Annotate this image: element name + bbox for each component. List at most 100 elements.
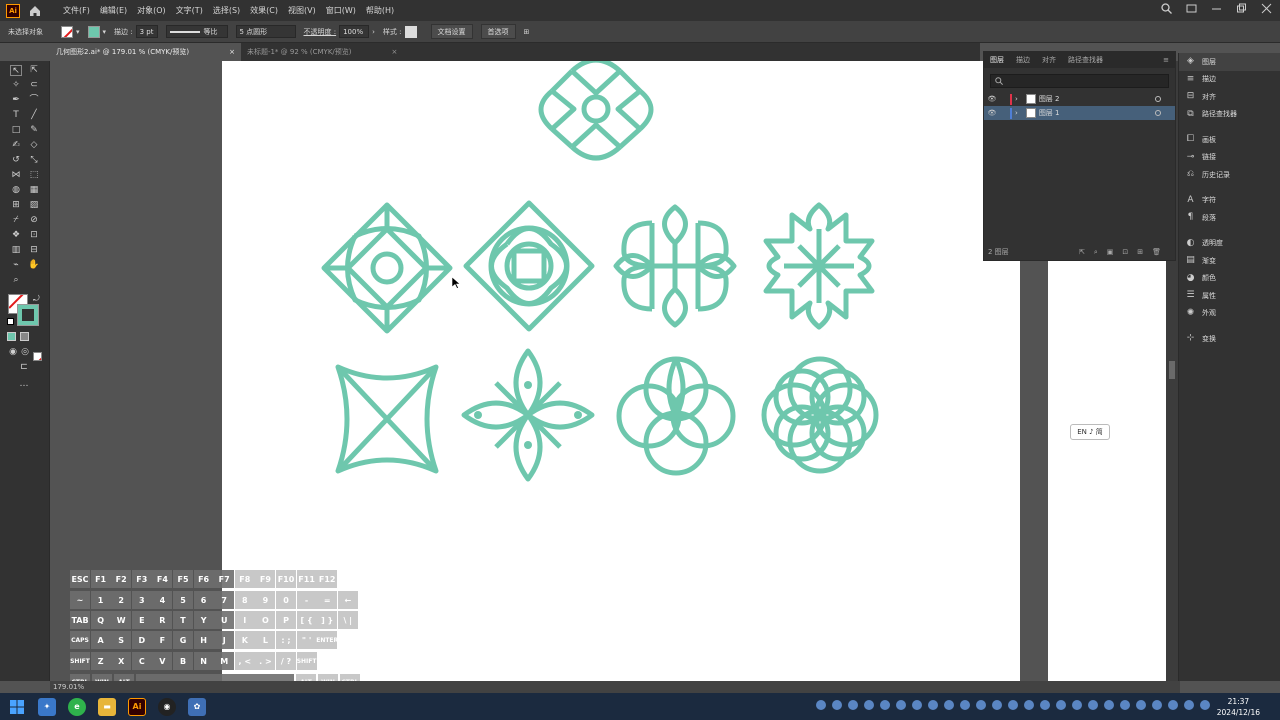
eyedropper-tool-icon[interactable]: ⌿	[10, 215, 22, 226]
style-swatch[interactable]	[404, 25, 417, 38]
screen-mode-icon[interactable]: ⊏	[18, 362, 30, 373]
keyboard-key[interactable]: F10	[276, 570, 296, 588]
minimize-icon[interactable]	[1211, 3, 1222, 14]
tray-icon[interactable]	[1184, 700, 1194, 710]
system-clock[interactable]: 21:37 2024/12/16	[1217, 696, 1260, 718]
obs-icon[interactable]: ◉	[158, 697, 176, 716]
eraser-tool-icon[interactable]: ◇	[28, 140, 40, 151]
gradient-mode-icon[interactable]	[20, 332, 29, 341]
dock-item[interactable]: A 字符	[1179, 192, 1280, 210]
keyboard-key[interactable]: X	[111, 652, 132, 670]
blend-tool-icon[interactable]: ⊘	[28, 215, 40, 226]
default-colors-icon[interactable]	[7, 318, 14, 325]
tray-icon[interactable]	[1136, 700, 1146, 710]
column-graph-tool-icon[interactable]: ▥	[10, 245, 22, 256]
keyboard-key[interactable]: G	[173, 631, 193, 649]
keyboard-key[interactable]: 7	[214, 591, 235, 609]
keyboard-key[interactable]: =	[317, 591, 338, 609]
hand-tool-icon[interactable]: ✋	[28, 260, 40, 271]
keyboard-key[interactable]: 1	[90, 591, 111, 609]
brush-definition[interactable]: 5 点圆形	[235, 25, 296, 38]
clipping-mask-icon[interactable]: ▣	[1107, 248, 1114, 257]
keyboard-key[interactable]: F8	[234, 570, 255, 588]
opacity-input[interactable]: 100%	[339, 25, 370, 38]
keyboard-key[interactable]: . >	[255, 652, 276, 670]
keyboard-key[interactable]: F5	[173, 570, 193, 588]
fill-swatch[interactable]	[61, 25, 73, 38]
dock-item[interactable]: ¶ 段落	[1179, 209, 1280, 227]
keyboard-key[interactable]: SHIFT	[70, 652, 90, 670]
perspective-grid-tool-icon[interactable]: ▦	[28, 185, 40, 196]
keyboard-key[interactable]: 8	[234, 591, 255, 609]
none-mode-icon[interactable]	[33, 352, 42, 361]
preferences-button[interactable]: 首选项	[480, 24, 516, 39]
chevron-right-icon[interactable]: ›	[1015, 95, 1018, 103]
keyboard-key[interactable]: / ?	[276, 652, 296, 670]
illustrator-taskbar-icon[interactable]: Ai	[128, 697, 146, 716]
more-tools-icon[interactable]: …	[18, 379, 30, 390]
windows-start-icon[interactable]	[8, 698, 26, 716]
keyboard-key[interactable]: K	[234, 631, 255, 649]
symbol-sprayer-tool-icon[interactable]: ❖	[10, 230, 22, 241]
locate-object-icon[interactable]: ⌕	[1094, 248, 1098, 257]
stroke-weight-input[interactable]: 3 pt	[135, 25, 158, 38]
menu-item[interactable]: 选择(S)	[208, 5, 245, 16]
target-icon[interactable]	[1155, 110, 1161, 116]
tray-icon[interactable]	[1088, 700, 1098, 710]
keyboard-key[interactable]: J	[214, 631, 235, 649]
keyboard-key[interactable]: Y	[193, 611, 214, 629]
keyboard-key[interactable]: S	[111, 631, 132, 649]
menu-item[interactable]: 文件(F)	[58, 5, 95, 16]
stroke-color-icon[interactable]	[17, 304, 39, 326]
chevron-right-icon[interactable]: ›	[372, 28, 375, 36]
keyboard-key[interactable]: F2	[111, 570, 132, 588]
woven-star-ornament[interactable]	[328, 359, 446, 479]
keyboard-key[interactable]: W	[111, 611, 132, 629]
pen-tool-icon[interactable]: ✒	[10, 95, 22, 106]
menu-item[interactable]: 编辑(E)	[95, 5, 132, 16]
stroke-swatch[interactable]	[87, 25, 100, 38]
keyboard-key[interactable]: " '	[296, 631, 317, 649]
layer-name[interactable]: 图层 1	[1039, 108, 1060, 118]
keyboard-key[interactable]: \ |	[337, 611, 358, 629]
keyboard-key[interactable]: F4	[152, 570, 173, 588]
dock-item[interactable]: ⊸ 链接	[1179, 149, 1280, 167]
width-tool-icon[interactable]: ⋈	[10, 170, 22, 181]
ime-indicator[interactable]: EN ♪ 简	[1070, 424, 1110, 440]
layers-search-input[interactable]	[990, 74, 1169, 88]
eye-icon[interactable]: 👁	[984, 95, 1000, 103]
line-tool-icon[interactable]: ╱	[28, 110, 40, 121]
lasso-tool-icon[interactable]: ⊂	[28, 80, 40, 91]
four-petal-ornament[interactable]	[460, 347, 596, 483]
dock-item[interactable]: ⧉ 路径查找器	[1179, 106, 1280, 124]
keyboard-key[interactable]: O	[255, 611, 276, 629]
new-layer-icon[interactable]: ⊞	[1137, 248, 1143, 257]
slice-tool-icon[interactable]: ⌁	[10, 260, 22, 271]
tray-icon[interactable]	[816, 700, 826, 710]
keyboard-key[interactable]: T	[173, 611, 193, 629]
dock-item[interactable]: ⊹ 变换	[1179, 330, 1280, 348]
artboard-tool-icon[interactable]: ⊟	[28, 245, 40, 256]
color-mode-icon[interactable]	[7, 332, 16, 341]
keyboard-key[interactable]: M	[214, 652, 235, 670]
tab-document-2[interactable]: 未标题-1* @ 92 % (CMYK/预览) ×	[241, 43, 403, 61]
zoom-tool-icon[interactable]: ⌕	[10, 275, 22, 286]
keyboard-key[interactable]: -	[296, 591, 317, 609]
scroll-thumb[interactable]	[1169, 361, 1175, 379]
panel-tab[interactable]: 路径查找器	[1062, 55, 1109, 65]
tray-icon[interactable]	[1120, 700, 1130, 710]
panel-tab[interactable]: 对齐	[1036, 55, 1062, 65]
tray-icon[interactable]	[912, 700, 922, 710]
keyboard-key[interactable]: TAB	[70, 611, 90, 629]
tray-icon[interactable]	[1072, 700, 1082, 710]
keyboard-key[interactable]: N	[193, 652, 214, 670]
chevron-right-icon[interactable]: ›	[1015, 109, 1018, 117]
gradient-tool-icon[interactable]: ▨	[28, 200, 40, 211]
keyboard-key[interactable]: A	[90, 631, 111, 649]
tray-icon[interactable]	[880, 700, 890, 710]
arrange-icon[interactable]: ⊞	[524, 28, 530, 36]
keyboard-key[interactable]: ESC	[70, 570, 90, 588]
close-icon[interactable]: ×	[229, 48, 235, 56]
keyboard-key[interactable]: ENTER	[316, 631, 338, 649]
document-setup-button[interactable]: 文档设置	[430, 24, 473, 39]
